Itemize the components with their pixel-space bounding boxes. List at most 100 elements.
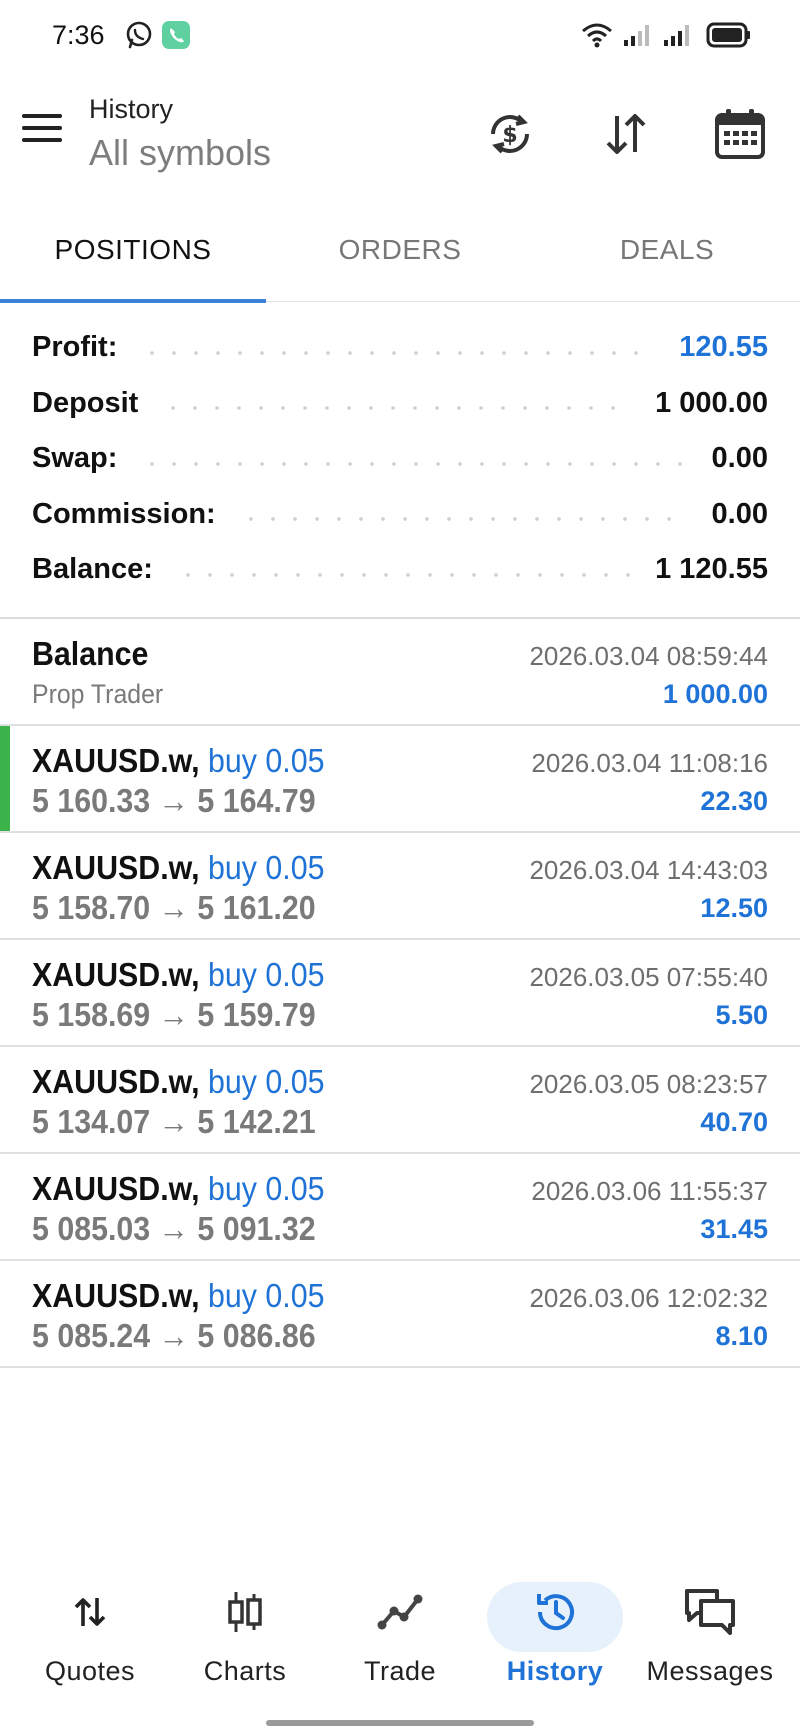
- summary-label: Profit:: [32, 331, 118, 364]
- nav-label: Charts: [203, 1656, 287, 1686]
- position-row[interactable]: XAUUSD.w, buy 0.05 5 134.07 → 5 142.21 2…: [0, 1047, 800, 1154]
- dotted-leader: [141, 350, 656, 355]
- position-row[interactable]: XAUUSD.w, buy 0.05 5 085.24 → 5 086.86 2…: [0, 1261, 800, 1368]
- position-side: buy 0.05: [208, 742, 325, 779]
- candlestick-icon: [215, 1584, 275, 1640]
- position-profit: 8.10: [715, 1321, 768, 1351]
- summary-value: 120.55: [679, 331, 768, 364]
- position-side: buy 0.05: [208, 1170, 325, 1207]
- dotted-leader: [176, 572, 632, 577]
- signal-icon-2: [664, 25, 689, 46]
- menu-icon-line: [22, 138, 62, 142]
- page-title: History: [89, 94, 174, 124]
- position-symbol: XAUUSD.w,: [32, 956, 200, 993]
- nav-charts[interactable]: Charts: [167, 1570, 323, 1700]
- summary-row-balance: Balance: 1 120.55: [0, 542, 800, 598]
- summary-value: 1 120.55: [655, 553, 768, 586]
- position-title: XAUUSD.w, buy 0.05: [32, 849, 324, 887]
- dotted-leader: [162, 406, 632, 411]
- position-profit: 5.50: [715, 1000, 768, 1030]
- nav-history[interactable]: History: [477, 1570, 633, 1700]
- selected-indicator: [0, 726, 10, 831]
- balance-entry[interactable]: Balance Prop Trader 2026.03.04 08:59:44 …: [0, 619, 800, 726]
- position-side: buy 0.05: [208, 1277, 325, 1314]
- history-clock-icon: [525, 1584, 585, 1640]
- position-prices: 5 134.07 → 5 142.21: [32, 1103, 316, 1140]
- position-time: 2026.03.04 11:08:16: [531, 748, 768, 778]
- position-time: 2026.03.05 08:23:57: [529, 1069, 768, 1099]
- sort-icon: [606, 114, 646, 154]
- wifi-icon: [582, 23, 612, 48]
- nav-quotes[interactable]: Quotes: [12, 1570, 168, 1700]
- position-side: buy 0.05: [208, 849, 325, 886]
- summary-value: 0.00: [711, 442, 768, 475]
- position-time: 2026.03.06 11:55:37: [531, 1176, 768, 1206]
- battery-icon: [706, 22, 750, 48]
- menu-icon-line: [22, 126, 62, 130]
- position-symbol: XAUUSD.w,: [32, 1170, 200, 1207]
- position-title: XAUUSD.w, buy 0.05: [32, 956, 324, 994]
- tab-deals[interactable]: DEALS: [534, 210, 800, 302]
- position-side: buy 0.05: [208, 956, 325, 993]
- summary-label: Swap:: [32, 442, 118, 475]
- summary-row-swap: Swap: 0.00: [0, 431, 800, 487]
- svg-text:$: $: [502, 123, 517, 148]
- symbol-filter[interactable]: All symbols: [89, 132, 271, 174]
- entry-time: 2026.03.04 08:59:44: [529, 641, 768, 671]
- nav-label: History: [506, 1656, 604, 1686]
- currency-exchange-icon: $: [491, 114, 529, 154]
- position-prices: 5 158.70 → 5 161.20: [32, 889, 316, 926]
- active-tab-indicator: [0, 299, 266, 303]
- position-symbol: XAUUSD.w,: [32, 742, 200, 779]
- history-tabs: POSITIONS ORDERS DEALS: [0, 210, 800, 303]
- tab-orders[interactable]: ORDERS: [267, 210, 533, 302]
- summary-row-deposit: Deposit 1 000.00: [0, 376, 800, 432]
- trade-line-icon: [370, 1584, 430, 1640]
- nav-trade[interactable]: Trade: [322, 1570, 478, 1700]
- nav-label: Quotes: [44, 1656, 136, 1686]
- position-profit: 40.70: [700, 1107, 768, 1137]
- home-indicator[interactable]: [266, 1720, 534, 1726]
- position-prices: 5 158.69 → 5 159.79: [32, 996, 316, 1033]
- position-symbol: XAUUSD.w,: [32, 1063, 200, 1100]
- menu-icon-line: [22, 114, 62, 118]
- tab-positions[interactable]: POSITIONS: [0, 210, 266, 302]
- dotted-leader: [141, 461, 688, 466]
- menu-button[interactable]: [22, 114, 66, 154]
- summary-panel: Profit: 120.55 Deposit 1 000.00 Swap: 0.…: [0, 320, 800, 598]
- dotted-leader: [239, 517, 688, 522]
- position-row[interactable]: XAUUSD.w, buy 0.05 5 085.03 → 5 091.32 2…: [0, 1154, 800, 1261]
- position-time: 2026.03.05 07:55:40: [529, 962, 768, 992]
- entry-amount: 1 000.00: [662, 679, 768, 709]
- position-time: 2026.03.04 14:43:03: [529, 855, 768, 885]
- app-header: History All symbols $: [0, 80, 800, 190]
- position-row[interactable]: XAUUSD.w, buy 0.05 5 158.70 → 5 161.20 2…: [0, 833, 800, 940]
- position-row[interactable]: XAUUSD.w, buy 0.05 5 158.69 → 5 159.79 2…: [0, 940, 800, 1047]
- calendar-button[interactable]: [708, 102, 772, 166]
- sort-button[interactable]: [594, 102, 658, 166]
- summary-value: 0.00: [711, 497, 768, 530]
- summary-label: Deposit: [32, 386, 139, 419]
- summary-label: Balance:: [32, 553, 153, 586]
- position-row[interactable]: XAUUSD.w, buy 0.05 5 160.33 → 5 164.79 2…: [0, 726, 800, 833]
- position-title: XAUUSD.w, buy 0.05: [32, 1277, 324, 1315]
- summary-row-commission: Commission: 0.00: [0, 487, 800, 543]
- nav-messages[interactable]: Messages: [632, 1570, 788, 1700]
- summary-label: Commission:: [32, 497, 216, 530]
- summary-value: 1 000.00: [655, 386, 768, 419]
- entry-comment: Prop Trader: [32, 679, 164, 709]
- entry-title: Balance: [32, 635, 149, 672]
- status-bar: 7:36: [0, 0, 800, 72]
- position-title: XAUUSD.w, buy 0.05: [32, 1170, 324, 1208]
- whatsapp-icon: [126, 21, 152, 49]
- position-prices: 5 160.33 → 5 164.79: [32, 782, 316, 819]
- quotes-arrows-icon: [60, 1584, 120, 1640]
- position-profit: 12.50: [700, 893, 768, 923]
- phone-call-icon: [162, 21, 190, 49]
- position-title: XAUUSD.w, buy 0.05: [32, 1063, 324, 1101]
- nav-label: Trade: [363, 1656, 437, 1686]
- summary-row-profit: Profit: 120.55: [0, 320, 800, 376]
- currency-exchange-button[interactable]: $: [478, 102, 542, 166]
- position-profit: 22.30: [700, 786, 768, 816]
- messages-icon: [680, 1584, 740, 1640]
